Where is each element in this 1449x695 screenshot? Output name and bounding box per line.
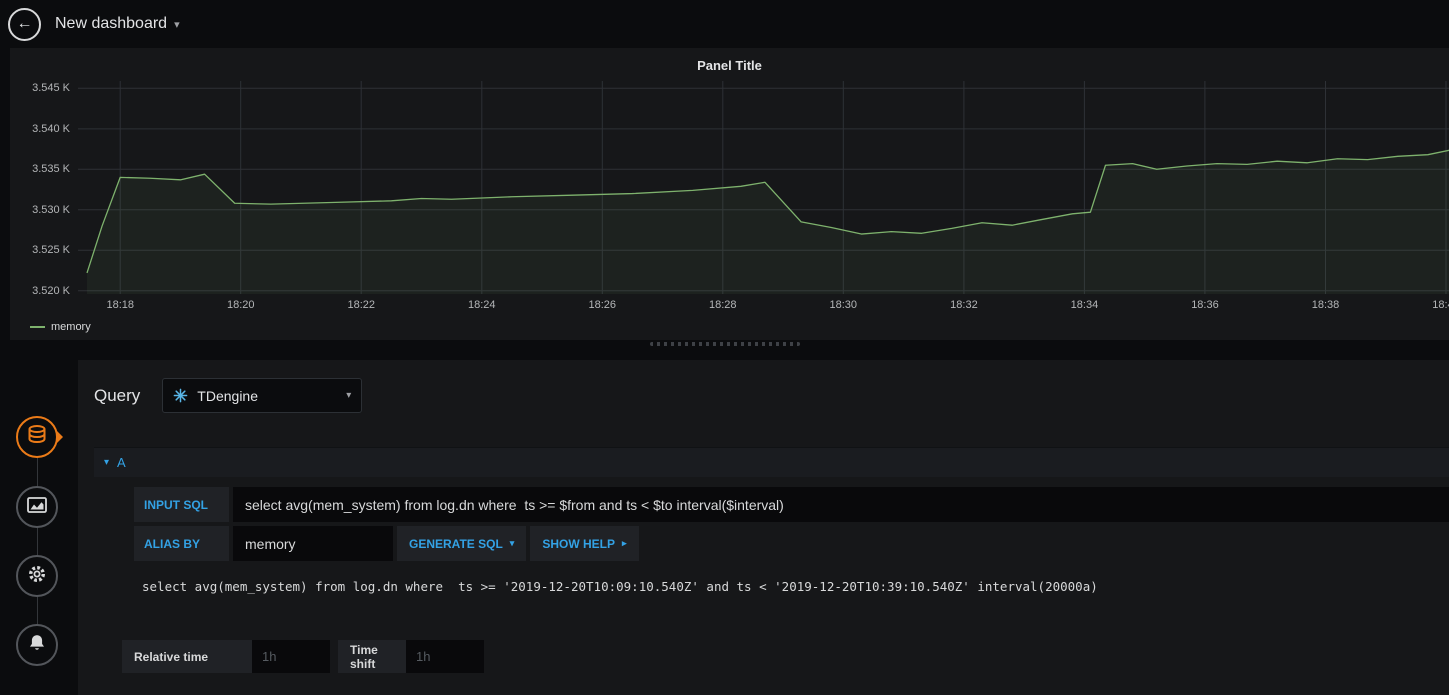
collapse-caret-icon: ▾ [104, 457, 110, 468]
y-tick-label: 3.520 K [32, 284, 70, 297]
relative-time-label: Relative time [122, 640, 252, 673]
x-tick-label: 18:38 [1311, 299, 1340, 311]
x-tick-label: 18:34 [1070, 299, 1099, 311]
x-tick-label: 18:20 [226, 299, 255, 311]
generate-sql-caret-icon: ▾ [509, 538, 515, 548]
query-ref-header[interactable]: ▾ A [94, 447, 1449, 477]
horizontal-scrollbar[interactable] [649, 342, 800, 346]
query-section-title: Query [94, 385, 141, 405]
generate-sql-button[interactable]: GENERATE SQL ▾ [397, 526, 527, 561]
query-ref-letter: A [117, 455, 126, 470]
bell-icon [25, 631, 49, 660]
memory-line-chart [78, 81, 1449, 294]
database-icon [25, 423, 49, 452]
datasource-picker[interactable]: TDengine ▾ [162, 378, 363, 413]
chart-icon [25, 493, 49, 522]
panel-edit-area: Query TDengine ▾ ▾ A INPUT SQL select av… [0, 348, 1449, 695]
tab-alert[interactable] [16, 624, 58, 666]
x-tick-label: 18:28 [709, 299, 737, 311]
input-sql-label: INPUT SQL [134, 487, 229, 522]
gear-icon [25, 562, 49, 591]
y-tick-label: 3.535 K [32, 163, 70, 176]
x-tick-label: 18:22 [347, 299, 375, 311]
datasource-caret-icon: ▾ [346, 390, 352, 401]
tab-general[interactable] [16, 555, 58, 597]
x-tick-label: 18:26 [588, 299, 617, 311]
x-tick-label: 18:32 [950, 299, 978, 311]
legend-series-label[interactable]: memory [51, 321, 91, 333]
generated-sql-preview: select avg(mem_system) from log.dn where… [142, 579, 1098, 594]
dashboard-title[interactable]: New dashboard [55, 15, 167, 33]
back-button[interactable]: ← [8, 7, 41, 41]
x-tick-label: 18:36 [1191, 299, 1219, 311]
panel-title[interactable]: Panel Title [10, 48, 1449, 81]
rail-connector-line [37, 440, 38, 646]
graph-panel: Panel Title 3.520 K 3.525 K 3.530 K 3.535 K… [10, 48, 1449, 340]
legend-color-swatch [30, 326, 45, 328]
generate-sql-label: GENERATE SQL [409, 536, 503, 551]
show-help-caret-icon: ▸ [622, 538, 627, 548]
query-editor-panel: Query TDengine ▾ ▾ A INPUT SQL select av… [78, 360, 1449, 695]
alias-by-label: ALIAS BY [134, 526, 229, 561]
alias-by-row: ALIAS BY GENERATE SQL ▾ SHOW HELP ▸ [134, 526, 1449, 561]
input-sql-row: INPUT SQL [134, 487, 1449, 522]
y-tick-label: 3.525 K [32, 244, 70, 257]
time-shift-field[interactable] [406, 640, 484, 673]
edit-tab-rail [0, 348, 78, 695]
relative-time-field[interactable] [252, 640, 330, 673]
y-tick-label: 3.540 K [32, 122, 70, 135]
query-header: Query TDengine ▾ [94, 378, 1449, 413]
datasource-name: TDengine [197, 387, 258, 404]
show-help-label: SHOW HELP [542, 536, 615, 551]
back-arrow-icon: ← [16, 15, 33, 32]
tab-queries[interactable] [16, 416, 58, 458]
chart-area: 3.520 K 3.525 K 3.530 K 3.535 K 3.540 K 3.545… [10, 81, 1449, 297]
dashboard-title-caret-icon[interactable]: ▾ [174, 18, 180, 31]
alias-by-field[interactable] [233, 526, 393, 561]
top-navbar: ← New dashboard ▾ [0, 0, 1449, 48]
query-rows: INPUT SQL ALIAS BY GENERATE SQL ▾ SHOW H… [134, 487, 1449, 604]
x-tick-label: 18:30 [829, 299, 858, 311]
tdengine-logo-icon [173, 388, 188, 403]
y-tick-label: 3.545 K [32, 82, 70, 95]
show-help-button[interactable]: SHOW HELP ▸ [530, 526, 639, 561]
input-sql-field[interactable] [233, 487, 1449, 522]
time-options-row: Relative time Time shift [122, 640, 1449, 673]
chart-legend: memory [10, 314, 1449, 340]
x-tick-label: 18:40 [1432, 299, 1449, 311]
x-tick-label: 18:24 [467, 299, 496, 311]
x-axis-labels: 18:18 18:20 18:22 18:24 18:26 18:28 18:30 18:32… [78, 294, 1449, 314]
x-tick-label: 18:18 [106, 299, 134, 311]
tab-visualization[interactable] [16, 486, 58, 528]
y-axis-labels: 3.520 K 3.525 K 3.530 K 3.535 K 3.540 K 3.545… [10, 81, 78, 297]
y-tick-label: 3.530 K [32, 203, 70, 216]
plot-region[interactable] [78, 81, 1449, 294]
time-shift-label: Time shift [338, 640, 406, 673]
